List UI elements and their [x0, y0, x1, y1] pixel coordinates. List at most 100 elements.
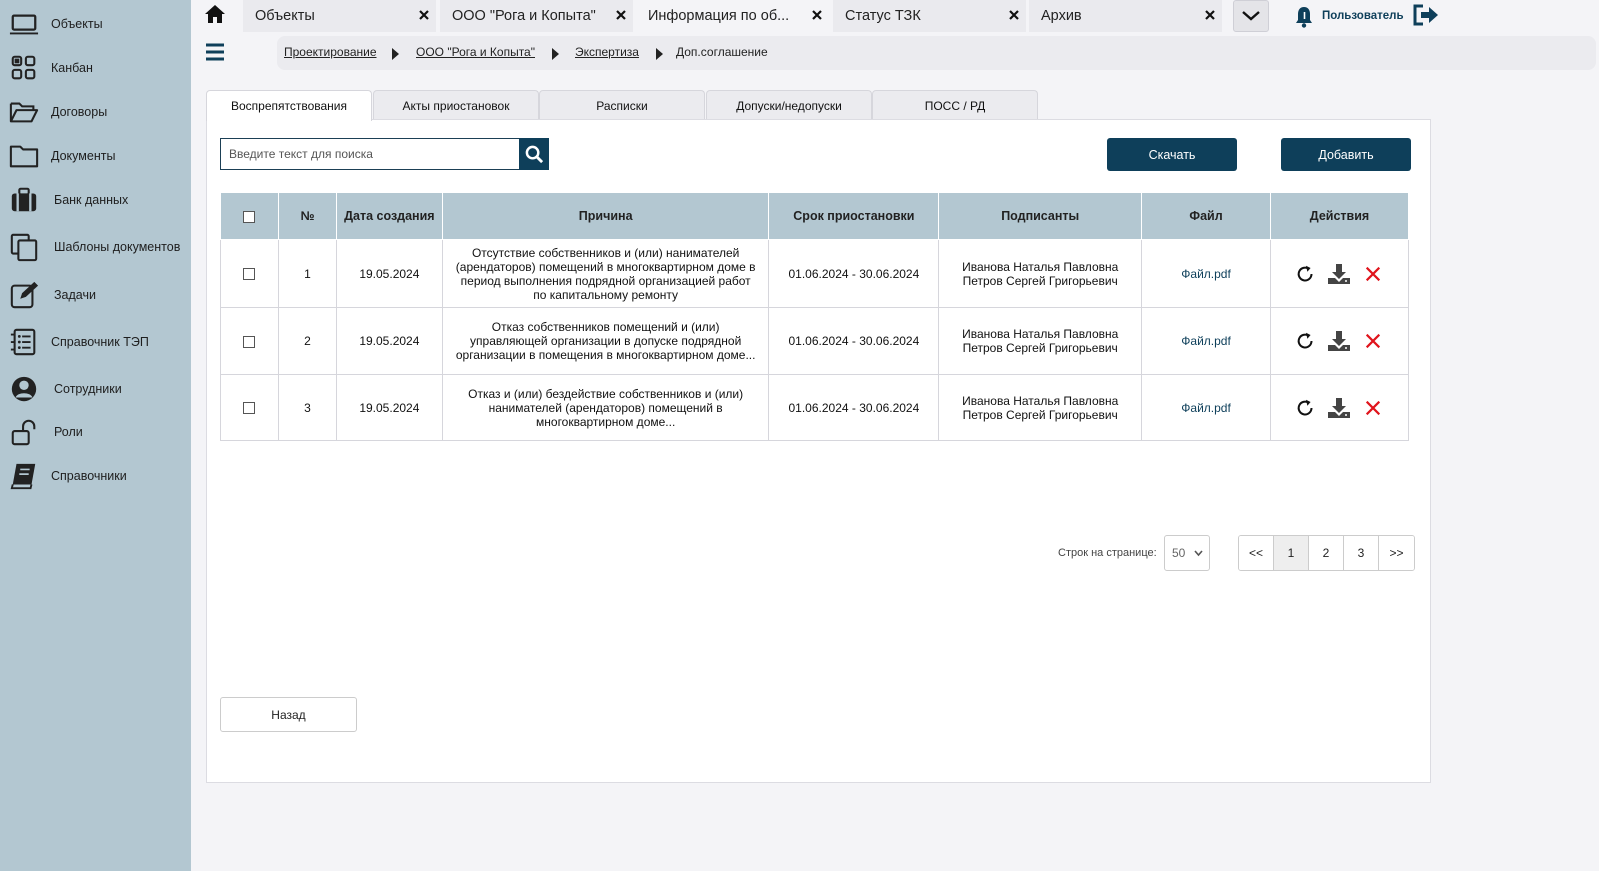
- subtab-obstructions[interactable]: Воспрепятствования: [206, 90, 372, 121]
- download-icon[interactable]: [1326, 261, 1352, 287]
- tab-object-info[interactable]: Информация по об...: [636, 0, 829, 32]
- sidebar-item-tasks[interactable]: Задачи: [0, 275, 191, 315]
- close-icon[interactable]: [418, 9, 430, 21]
- signer: Иванова Наталья Павловна: [962, 327, 1119, 341]
- subtab-suspension-acts[interactable]: Акты приостановок: [373, 90, 539, 120]
- copy-icon: [8, 231, 40, 263]
- file-link[interactable]: Файл.pdf: [1181, 334, 1231, 348]
- row-date: 19.05.2024: [335, 239, 443, 308]
- subtab-receipts[interactable]: Расписки: [539, 90, 705, 120]
- sidebar-item-references[interactable]: Справочники: [0, 456, 191, 496]
- download-button[interactable]: Скачать: [1107, 138, 1237, 171]
- page-button[interactable]: 1: [1274, 536, 1309, 570]
- column-header[interactable]: Срок приостановки: [768, 192, 940, 240]
- row-signers: Иванова Наталья Павловна Петров Сергей Гр…: [938, 239, 1143, 308]
- close-icon[interactable]: [615, 9, 627, 21]
- sidebar-item-databank[interactable]: Банк данных: [0, 180, 191, 220]
- sidebar-item-label: Документы: [51, 149, 116, 163]
- sidebar-item-objects[interactable]: Объекты: [0, 4, 191, 44]
- breadcrumb-item[interactable]: ООО "Рога и Копыта": [416, 45, 535, 59]
- breadcrumb-item[interactable]: Экспертиза: [575, 45, 639, 59]
- download-icon[interactable]: [1326, 328, 1352, 354]
- table-header-row: № Дата создания Причина Срок приостановк…: [220, 192, 1409, 240]
- row-period: 01.06.2024 - 30.06.2024: [768, 239, 940, 308]
- row-reason: Отказ и (или) бездействие собственников …: [441, 374, 770, 441]
- delete-icon[interactable]: [1360, 328, 1386, 354]
- book-icon: [8, 460, 40, 492]
- home-icon[interactable]: [204, 3, 226, 25]
- select-all-checkbox[interactable]: [243, 210, 256, 223]
- tab-roga-kopyta[interactable]: ООО "Рога и Копыта": [440, 0, 633, 32]
- sidebar-item-employees[interactable]: Сотрудники: [0, 369, 191, 409]
- add-button[interactable]: Добавить: [1281, 138, 1411, 171]
- sidebar-item-label: Задачи: [54, 288, 96, 302]
- tab-status-tzk[interactable]: Статус ТЗК: [833, 0, 1026, 32]
- page-last-button[interactable]: >>: [1379, 536, 1414, 570]
- caret-right-icon: [552, 48, 559, 60]
- sidebar-item-label: Договоры: [51, 105, 108, 119]
- subtab-admissions[interactable]: Допуски/недопуски: [706, 90, 872, 120]
- sidebar-item-roles[interactable]: Роли: [0, 412, 191, 452]
- user-circle-icon: [8, 373, 40, 405]
- search-icon: [525, 145, 543, 163]
- row-checkbox[interactable]: [243, 402, 256, 415]
- edit-icon: [8, 279, 40, 311]
- column-header[interactable]: Подписанты: [938, 192, 1143, 240]
- search-input[interactable]: [220, 138, 519, 170]
- tab-objects[interactable]: Объекты: [243, 0, 436, 32]
- close-icon[interactable]: [1204, 9, 1216, 21]
- user-name[interactable]: Пользователь: [1322, 10, 1404, 22]
- tab-label: Архив: [1041, 8, 1082, 24]
- refresh-icon[interactable]: [1293, 395, 1319, 421]
- column-header[interactable]: Дата создания: [335, 192, 443, 240]
- sidebar-item-label: Справочник ТЭП: [51, 335, 149, 349]
- sidebar-item-contracts[interactable]: Договоры: [0, 92, 191, 132]
- delete-icon[interactable]: [1360, 261, 1386, 287]
- close-icon[interactable]: [811, 9, 823, 21]
- tabs-overflow-button[interactable]: [1233, 0, 1269, 32]
- file-link[interactable]: Файл.pdf: [1181, 401, 1231, 415]
- sidebar-item-kanban[interactable]: Канбан: [0, 48, 191, 88]
- row-number: 2: [277, 307, 337, 375]
- page-button[interactable]: 3: [1344, 536, 1379, 570]
- sidebar-item-tep-reference[interactable]: Справочник ТЭП: [0, 322, 191, 362]
- back-button[interactable]: Назад: [220, 697, 357, 732]
- rows-per-page-select[interactable]: 50: [1164, 535, 1210, 571]
- refresh-icon[interactable]: [1293, 328, 1319, 354]
- subtab-poss-rd[interactable]: ПОСС / РД: [872, 90, 1038, 120]
- bell-icon[interactable]: [1294, 6, 1314, 28]
- delete-icon[interactable]: [1360, 395, 1386, 421]
- rows-per-page-label: Строк на странице:: [1058, 547, 1157, 559]
- page-button[interactable]: 2: [1309, 536, 1344, 570]
- unlock-icon: [8, 416, 40, 448]
- logout-icon[interactable]: [1413, 4, 1439, 26]
- signer: Иванова Наталья Павловна: [962, 393, 1119, 408]
- sidebar-item-templates[interactable]: Шаблоны документов: [0, 227, 191, 267]
- file-link[interactable]: Файл.pdf: [1181, 267, 1231, 281]
- row-checkbox[interactable]: [243, 335, 256, 348]
- pagination: << 1 2 3 >>: [1238, 535, 1415, 571]
- tab-label: Информация по об...: [648, 8, 790, 24]
- search-button[interactable]: [519, 138, 549, 170]
- column-header[interactable]: Файл: [1141, 192, 1271, 240]
- page-first-button[interactable]: <<: [1239, 536, 1274, 570]
- signer: Петров Сергей Григорьевич: [962, 341, 1118, 355]
- chevron-down-icon: [1194, 550, 1203, 557]
- sidebar-item-documents[interactable]: Документы: [0, 136, 191, 176]
- breadcrumb-item[interactable]: Проектирование: [284, 45, 377, 59]
- tab-archive[interactable]: Архив: [1029, 0, 1222, 32]
- signer: Петров Сергей Григорьевич: [962, 273, 1118, 288]
- row-actions: [1270, 374, 1409, 441]
- breadcrumb: Проектирование ООО "Рога и Копыта" Экспе…: [277, 36, 1596, 70]
- row-number: 1: [277, 239, 337, 308]
- refresh-icon[interactable]: [1293, 261, 1319, 287]
- column-header[interactable]: №: [277, 192, 337, 240]
- download-icon[interactable]: [1326, 395, 1352, 421]
- column-header[interactable]: Причина: [441, 192, 770, 240]
- caret-right-icon: [392, 48, 399, 60]
- row-checkbox[interactable]: [243, 268, 256, 281]
- close-icon[interactable]: [1008, 9, 1020, 21]
- tab-label: Объекты: [255, 8, 315, 24]
- menu-icon[interactable]: [205, 42, 225, 62]
- sidebar-item-label: Объекты: [51, 17, 103, 31]
